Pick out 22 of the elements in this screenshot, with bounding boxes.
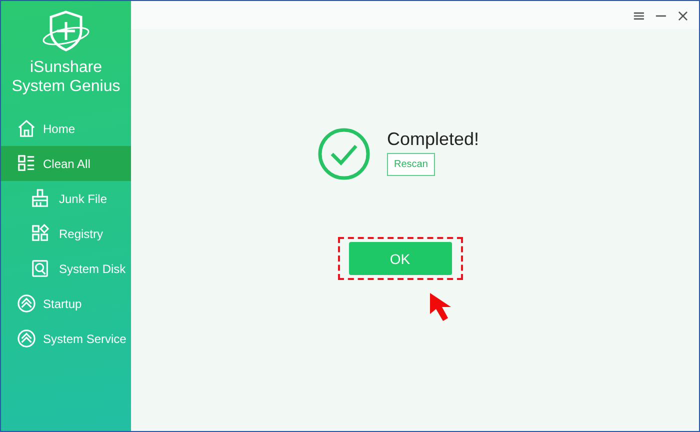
sidebar-item[interactable]: Clean All: [1, 146, 131, 181]
menu-button[interactable]: ≡: [629, 1, 649, 29]
minimize-button[interactable]: −: [651, 1, 671, 29]
sidebar-item[interactable]: System Disk: [1, 251, 131, 286]
sidebar-item[interactable]: System Service: [1, 321, 131, 356]
check-circle-icon: [316, 127, 371, 181]
sidebar-item[interactable]: Startup: [1, 286, 131, 321]
brush-icon: [31, 189, 50, 208]
ok-button[interactable]: OK: [348, 242, 452, 275]
status-message: Completed!: [386, 129, 480, 150]
chevron-up-icon: [17, 294, 36, 313]
grid-icon: [31, 224, 50, 243]
sidebar-item[interactable]: Junk File: [1, 181, 131, 216]
chevron-up-icon: [17, 329, 36, 348]
close-button[interactable]: ×: [673, 1, 693, 29]
rescan-button[interactable]: Rescan: [386, 153, 435, 176]
list-icon: [17, 154, 36, 173]
app-title: iSunshare System Genius: [10, 58, 122, 96]
sidebar-item[interactable]: Registry: [1, 216, 131, 251]
shield-logo-icon: [41, 9, 91, 53]
home-icon: [17, 119, 36, 138]
sidebar-item[interactable]: Home: [1, 111, 131, 146]
